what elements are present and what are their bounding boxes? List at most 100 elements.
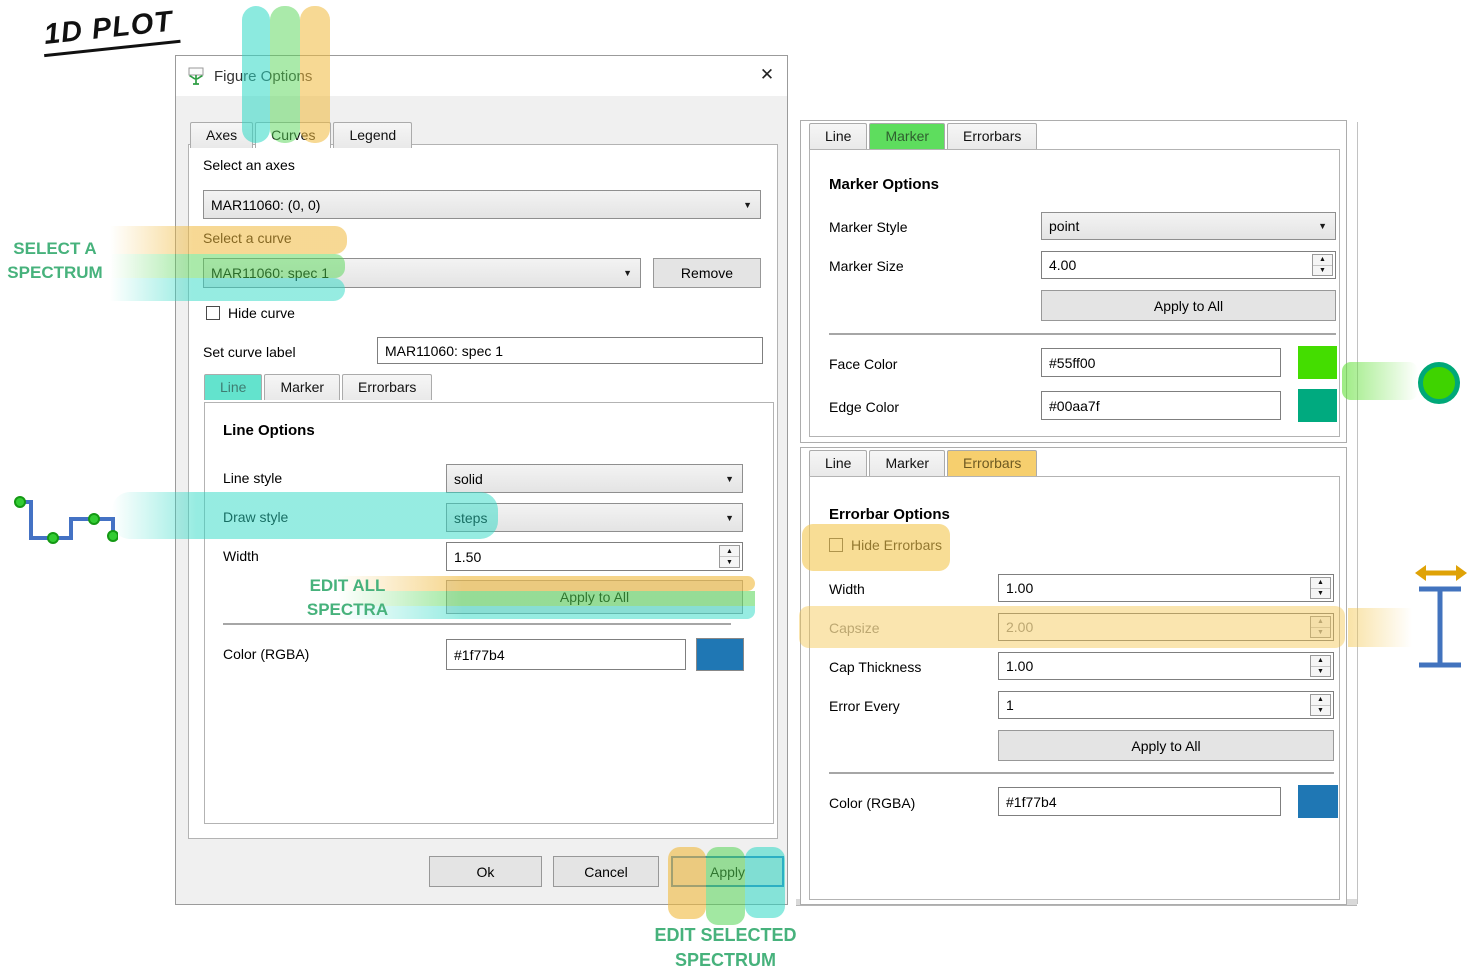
face-color-input[interactable]: #55ff00 <box>1041 348 1281 377</box>
marker-apply-to-all-button[interactable]: Apply to All <box>1041 290 1336 321</box>
line-style-value: solid <box>454 471 483 487</box>
hide-curve-checkbox-row[interactable]: Hide curve <box>206 305 295 321</box>
errorbar-width-label: Width <box>829 581 865 597</box>
spinner-buttons[interactable]: ▲ ▼ <box>1312 254 1333 276</box>
spin-down-icon[interactable]: ▼ <box>1311 628 1330 638</box>
chevron-down-icon: ▼ <box>725 513 734 523</box>
spin-down-icon[interactable]: ▼ <box>720 557 739 567</box>
chevron-down-icon: ▼ <box>743 200 752 210</box>
capsize-label: Capsize <box>829 620 880 636</box>
marker-options-heading: Marker Options <box>829 176 939 193</box>
marker-panel: Line Marker Errorbars Marker Options Mar… <box>800 120 1347 443</box>
spin-down-icon[interactable]: ▼ <box>1311 667 1330 677</box>
edge-color-swatch[interactable] <box>1298 389 1337 422</box>
tab-errorbars[interactable]: Errorbars <box>342 374 432 400</box>
steps-drawstyle-icon <box>6 486 118 548</box>
spinner-buttons[interactable]: ▲ ▼ <box>1310 616 1331 638</box>
window-edge <box>1357 122 1358 904</box>
marker-size-label: Marker Size <box>829 258 904 274</box>
spin-down-icon[interactable]: ▼ <box>1311 706 1330 716</box>
curve-combobox[interactable]: MAR11060: spec 1 ▼ <box>203 258 641 288</box>
tab-errorbars[interactable]: Errorbars <box>947 123 1037 149</box>
line-style-combobox[interactable]: solid ▼ <box>446 464 743 493</box>
marker-style-label: Marker Style <box>829 219 908 235</box>
line-color-value: #1f77b4 <box>454 647 505 663</box>
axes-combobox[interactable]: MAR11060: (0, 0) ▼ <box>203 190 761 219</box>
tab-legend[interactable]: Legend <box>333 122 412 148</box>
separator <box>829 333 1336 335</box>
error-every-label: Error Every <box>829 698 900 714</box>
errorbar-apply-to-all-button[interactable]: Apply to All <box>998 730 1334 761</box>
errorbar-width-spinbox[interactable]: 1.00 ▲ ▼ <box>998 574 1334 602</box>
spin-up-icon[interactable]: ▲ <box>1311 617 1330 628</box>
spin-down-icon[interactable]: ▼ <box>1313 266 1332 276</box>
spin-up-icon[interactable]: ▲ <box>1311 695 1330 706</box>
separator <box>223 623 731 625</box>
spinner-buttons[interactable]: ▲ ▼ <box>1310 577 1331 599</box>
tab-line[interactable]: Line <box>809 450 867 476</box>
plot-type-annotation: 1D PLOT <box>40 5 181 57</box>
spin-up-icon[interactable]: ▲ <box>1311 656 1330 667</box>
tab-marker[interactable]: Marker <box>264 374 340 400</box>
spin-down-icon[interactable]: ▼ <box>1311 589 1330 599</box>
tab-line[interactable]: Line <box>809 123 867 149</box>
close-icon[interactable]: ✕ <box>753 62 781 88</box>
tab-marker[interactable]: Marker <box>869 123 945 149</box>
marker-size-spinbox[interactable]: 4.00 ▲ ▼ <box>1041 251 1336 279</box>
tab-errorbars[interactable]: Errorbars <box>947 450 1037 476</box>
dialog-titlebar[interactable]: Figure Options ✕ <box>176 56 787 96</box>
curve-combobox-value: MAR11060: spec 1 <box>211 265 329 281</box>
tab-line[interactable]: Line <box>204 374 262 400</box>
marker-preview-icon <box>1418 362 1460 404</box>
line-apply-to-all-button[interactable]: Apply to All <box>446 580 743 614</box>
tab-marker[interactable]: Marker <box>869 450 945 476</box>
edge-color-input[interactable]: #00aa7f <box>1041 391 1281 420</box>
annotation-line: EDIT SELECTED <box>638 923 813 948</box>
curve-label-input[interactable]: MAR11060: spec 1 <box>377 337 763 364</box>
draw-style-label: Draw style <box>223 509 288 525</box>
errorbar-color-input[interactable]: #1f77b4 <box>998 787 1281 816</box>
hide-errorbars-checkbox[interactable] <box>829 538 843 552</box>
dialog-tab-bar: Axes Curves Legend <box>190 122 414 148</box>
cap-thickness-spinbox[interactable]: 1.00 ▲ ▼ <box>998 652 1334 680</box>
line-width-spinbox[interactable]: 1.50 ▲ ▼ <box>446 542 743 571</box>
line-color-label: Color (RGBA) <box>223 646 309 662</box>
spinner-buttons[interactable]: ▲ ▼ <box>719 545 740 568</box>
hide-errorbars-label: Hide Errorbars <box>851 537 942 553</box>
error-every-spinbox[interactable]: 1 ▲ ▼ <box>998 691 1334 719</box>
highlight-marker-green-band <box>1342 362 1418 400</box>
draw-style-combobox[interactable]: steps ▼ <box>446 503 743 532</box>
spin-up-icon[interactable]: ▲ <box>1311 578 1330 589</box>
cap-thickness-label: Cap Thickness <box>829 659 921 675</box>
errorbar-panel-tab-bar: Line Marker Errorbars <box>809 450 1039 476</box>
chevron-down-icon: ▼ <box>725 474 734 484</box>
face-color-label: Face Color <box>829 356 897 372</box>
line-color-input[interactable]: #1f77b4 <box>446 639 686 670</box>
spin-up-icon[interactable]: ▲ <box>720 546 739 557</box>
capsize-spinbox[interactable]: 2.00 ▲ ▼ <box>998 613 1334 641</box>
marker-style-combobox[interactable]: point ▼ <box>1041 212 1336 240</box>
hide-errorbars-checkbox-row[interactable]: Hide Errorbars <box>829 537 942 553</box>
spin-up-icon[interactable]: ▲ <box>1313 255 1332 266</box>
errorbar-color-swatch[interactable] <box>1298 785 1338 818</box>
edit-selected-spectrum-annotation: EDIT SELECTED SPECTRUM <box>638 923 813 973</box>
draw-style-value: steps <box>454 510 487 526</box>
apply-button[interactable]: Apply <box>671 856 784 887</box>
hide-curve-checkbox[interactable] <box>206 306 220 320</box>
marker-style-value: point <box>1049 218 1079 234</box>
remove-curve-button[interactable]: Remove <box>653 258 761 288</box>
face-color-value: #55ff00 <box>1049 355 1095 371</box>
spinner-buttons[interactable]: ▲ ▼ <box>1310 694 1331 716</box>
cancel-button[interactable]: Cancel <box>553 856 659 887</box>
figure-options-dialog: Figure Options ✕ Axes Curves Legend Sele… <box>175 55 788 905</box>
tab-axes[interactable]: Axes <box>190 122 253 148</box>
tab-curves[interactable]: Curves <box>255 122 331 148</box>
spinner-buttons[interactable]: ▲ ▼ <box>1310 655 1331 677</box>
face-color-swatch[interactable] <box>1298 346 1337 379</box>
ok-button[interactable]: Ok <box>429 856 542 887</box>
curve-label-value: MAR11060: spec 1 <box>385 343 503 359</box>
line-color-swatch[interactable] <box>696 638 744 671</box>
screenshot-stage: Figure Options ✕ Axes Curves Legend Sele… <box>0 0 1472 977</box>
style-tab-bar: Line Marker Errorbars <box>204 374 434 400</box>
edge-color-value: #00aa7f <box>1049 398 1100 414</box>
